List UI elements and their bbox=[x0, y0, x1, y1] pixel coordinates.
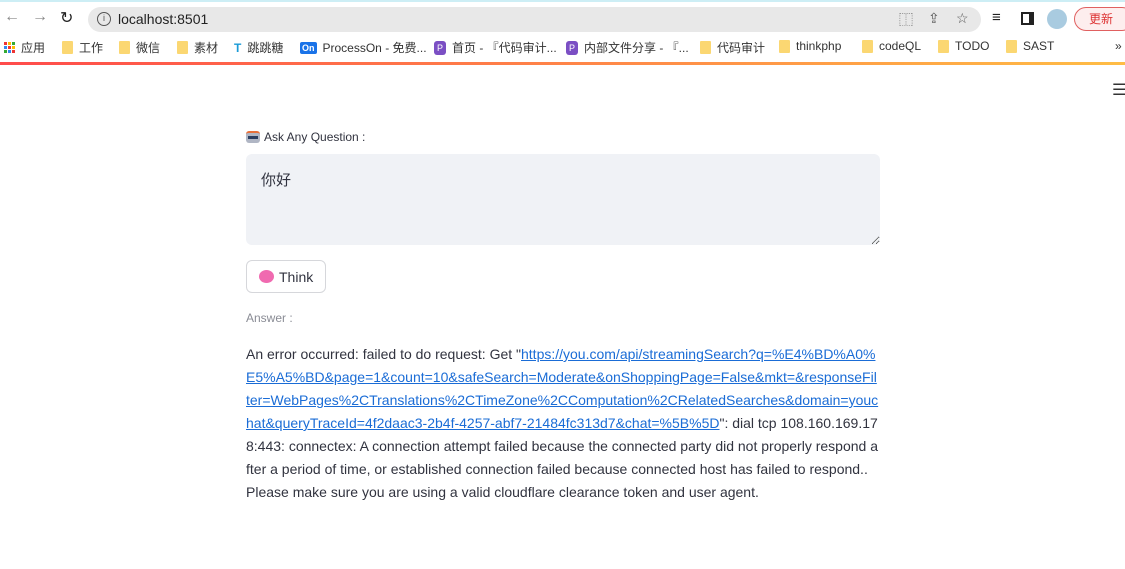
translate-icon[interactable]: ⿰ bbox=[899, 10, 913, 30]
bookmarks-bar: 应用 工作 微信 素材 T 跳跳糖 On ProcessOn - 免费... P 首页… bbox=[0, 34, 1125, 62]
folder-icon bbox=[62, 41, 73, 54]
bookmark-code-audit[interactable]: 代码审计 bbox=[700, 39, 765, 56]
apps-icon bbox=[4, 42, 15, 53]
share-icon[interactable]: ⇪ bbox=[928, 10, 940, 27]
bookmark-material[interactable]: 素材 bbox=[177, 39, 218, 56]
bookmark-work[interactable]: 工作 bbox=[62, 39, 103, 56]
think-button[interactable]: Think bbox=[246, 260, 327, 293]
folder-icon bbox=[862, 39, 873, 53]
bookmark-wechat[interactable]: 微信 bbox=[119, 39, 160, 56]
bookmark-tiaotiaotang[interactable]: T 跳跳糖 bbox=[234, 39, 283, 56]
main-content: Ask Any Question : Think Answer : An err… bbox=[246, 88, 880, 504]
site-icon: T bbox=[234, 40, 242, 55]
url-text[interactable]: localhost:8501 bbox=[118, 11, 208, 27]
bookmark-todo[interactable]: TODO bbox=[938, 39, 989, 53]
bookmark-processon[interactable]: On ProcessOn - 免费... bbox=[300, 39, 427, 56]
question-input[interactable] bbox=[246, 154, 880, 245]
processon-icon: On bbox=[300, 41, 317, 54]
title-clipped bbox=[246, 88, 880, 104]
bookmark-apps[interactable]: 应用 bbox=[4, 39, 45, 56]
bookmark-internal[interactable]: P 内部文件分享 - 『... bbox=[566, 39, 689, 56]
answer-text: An error occurred: failed to do request:… bbox=[246, 346, 879, 500]
p-icon: P bbox=[566, 40, 578, 55]
folder-icon bbox=[1006, 39, 1017, 53]
update-button[interactable]: 更新 bbox=[1074, 7, 1125, 31]
info-icon[interactable]: i bbox=[97, 12, 111, 26]
forward-icon[interactable]: → bbox=[32, 8, 48, 26]
folder-icon bbox=[779, 39, 790, 53]
folder-icon bbox=[700, 41, 711, 54]
star-icon[interactable]: ☆ bbox=[956, 10, 969, 27]
media-icon[interactable]: ≡ bbox=[992, 9, 1001, 26]
bookmark-sast[interactable]: SAST bbox=[1006, 39, 1054, 53]
sidepanel-icon[interactable] bbox=[1021, 12, 1034, 25]
bookmark-codeql[interactable]: codeQL bbox=[862, 39, 921, 53]
address-bar[interactable]: i localhost:8501 ⿰ ⇪ ☆ bbox=[88, 7, 981, 32]
more-bookmarks-button[interactable]: » bbox=[1115, 39, 1122, 53]
back-icon[interactable]: ← bbox=[4, 8, 20, 26]
browser-toolbar: ← → ↻ i localhost:8501 ⿰ ⇪ ☆ ≡ 更新 bbox=[0, 0, 1125, 34]
question-label: Ask Any Question : bbox=[246, 130, 880, 144]
folder-icon bbox=[177, 41, 188, 54]
bookmark-thinkphp[interactable]: thinkphp bbox=[779, 39, 841, 53]
brain-icon bbox=[259, 270, 274, 283]
decoration-bar bbox=[0, 62, 1125, 65]
hamburger-menu-icon[interactable]: ☰ bbox=[1112, 80, 1125, 100]
reload-icon[interactable]: ↻ bbox=[60, 8, 73, 28]
avatar[interactable] bbox=[1047, 9, 1067, 29]
p-icon: P bbox=[434, 40, 446, 55]
robot-icon bbox=[246, 131, 260, 143]
answer-label: Answer : bbox=[246, 311, 293, 325]
folder-icon bbox=[938, 39, 949, 53]
bookmark-home[interactable]: P 首页 - 『代码审计... bbox=[434, 39, 557, 56]
folder-icon bbox=[119, 41, 130, 54]
